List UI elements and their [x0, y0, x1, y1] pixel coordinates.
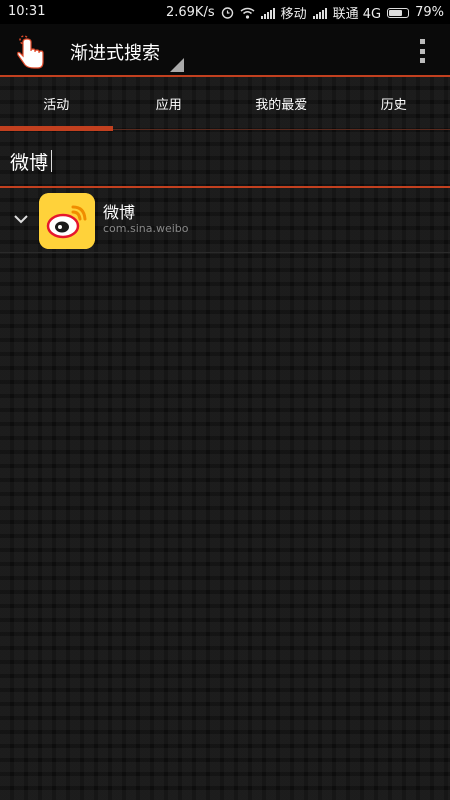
alarm-icon — [221, 7, 233, 19]
row-divider — [0, 252, 450, 253]
tab-history[interactable]: 历史 — [338, 86, 450, 126]
carrier-2: 联通 4G — [332, 7, 382, 22]
search-input[interactable] — [10, 146, 430, 176]
result-app-name: 微博 — [103, 203, 136, 222]
app-screen: 10:31 2.69K/s 移动 联通 4G 79% 渐进式搜索 活动 应用 我… — [0, 0, 450, 800]
chevron-down-icon[interactable] — [13, 213, 29, 225]
tab-activity[interactable]: 活动 — [0, 86, 113, 126]
weibo-icon — [39, 193, 95, 249]
overflow-dot — [419, 39, 425, 44]
network-speed: 2.69K/s — [165, 5, 215, 20]
tab-apps[interactable]: 应用 — [113, 86, 226, 126]
overflow-dot — [419, 48, 425, 54]
signal-icon — [260, 7, 275, 19]
status-indicators: 2.69K/s 移动 联通 4G 79% — [166, 3, 444, 22]
tab-bar: 活动 应用 我的最爱 历史 — [0, 86, 450, 126]
battery-icon — [387, 7, 410, 18]
battery-percent: 79% — [415, 5, 444, 20]
pointing-hand-icon[interactable] — [14, 32, 48, 70]
overflow-dot — [419, 58, 425, 63]
toolbar: 渐进式搜索 — [0, 24, 450, 77]
status-bar: 10:31 2.69K/s 移动 联通 4G 79% — [0, 0, 450, 24]
result-package-name: com.sina.weibo — [103, 222, 189, 235]
text-caret — [51, 150, 52, 172]
app-title[interactable]: 渐进式搜索 — [70, 39, 160, 65]
signal-icon-2 — [312, 7, 327, 19]
dropdown-triangle-icon[interactable] — [170, 58, 184, 72]
search-underline — [0, 186, 450, 188]
status-time: 10:31 — [8, 4, 46, 19]
tab-selected-indicator — [0, 126, 113, 131]
tab-favorites[interactable]: 我的最爱 — [225, 86, 338, 126]
search-area — [0, 138, 450, 186]
overflow-menu-button[interactable] — [418, 39, 426, 63]
carrier-1: 移动 — [280, 7, 307, 22]
result-row[interactable]: 微博 com.sina.weibo — [0, 190, 450, 252]
wifi-icon — [240, 7, 255, 19]
